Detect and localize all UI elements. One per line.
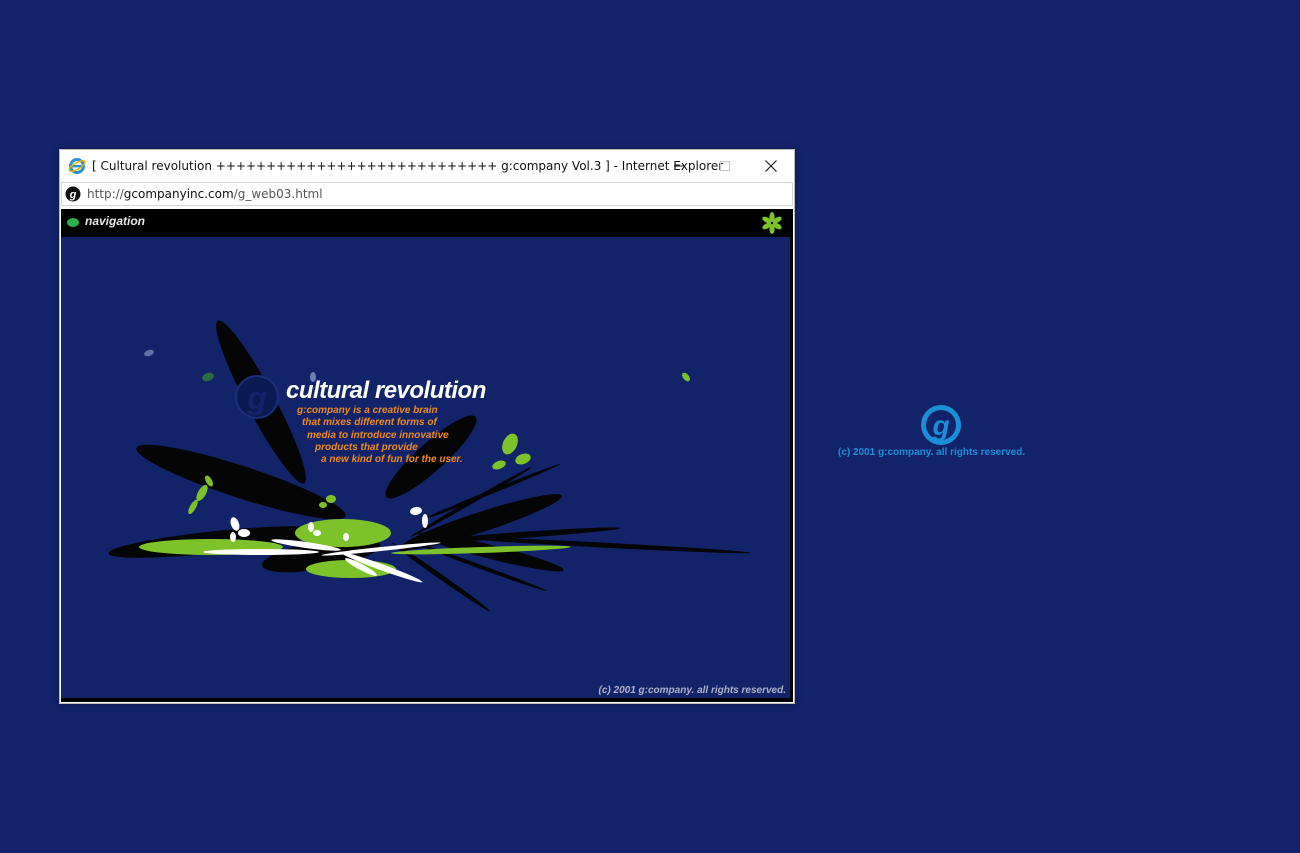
url-prefix: http:// [87,187,124,201]
flower-icon[interactable] [761,212,783,234]
site-favicon-icon: g [65,186,81,202]
close-button[interactable] [748,150,794,181]
svg-text:g: g [931,410,949,441]
tagline-line-1: g:company is a creative brain [297,405,438,416]
title-bar[interactable]: [ Cultural revolution ++++++++++++++++++… [60,150,794,181]
svg-text:g: g [246,380,267,416]
url-host: gcompanyinc.com [123,187,234,201]
flash-stage[interactable]: g cultural revolution g:company is a cre… [61,237,790,698]
address-url[interactable]: http://gcompanyinc.com/g_web03.html [87,187,323,201]
minimize-button[interactable] [656,150,702,181]
internet-explorer-icon [68,157,86,174]
svg-text:g: g [69,189,77,201]
g-logo-icon: g [235,375,279,419]
page-content: navigation g cultural revolution g:compa… [61,209,793,702]
tagline-line-2: that mixes different forms of [302,417,437,428]
url-path: /g_web03.html [233,187,323,201]
minimize-icon [674,165,684,166]
maximize-icon [720,160,730,171]
stage-copyright: (c) 2001 g:company. all rights reserved. [598,685,786,696]
navigation-bar: navigation [61,209,793,235]
headline: cultural revolution [286,377,486,404]
tagline-line-4: products that provide [315,442,418,453]
window-controls [656,150,794,181]
desktop: [ Cultural revolution ++++++++++++++++++… [0,0,1300,853]
window-title: [ Cultural revolution ++++++++++++++++++… [92,158,724,173]
navigation-dot-icon[interactable] [67,218,79,227]
browser-window: [ Cultural revolution ++++++++++++++++++… [59,149,795,704]
burst-artwork: g [108,320,751,612]
address-bar[interactable]: g http://gcompanyinc.com/g_web03.html [61,182,793,206]
desktop-copyright: (c) 2001 g:company. all rights reserved. [838,447,1026,458]
navigation-link[interactable]: navigation [85,214,145,228]
g-logo-icon: g [921,405,961,445]
tagline-line-5: a new kind of fun for the user. [321,454,463,465]
close-icon [765,159,777,172]
tagline-line-3: media to introduce innovative [307,430,449,441]
maximize-button[interactable] [702,150,748,181]
desktop-logo-block: g (c) 2001 g:company. all rights reserve… [836,400,1043,460]
